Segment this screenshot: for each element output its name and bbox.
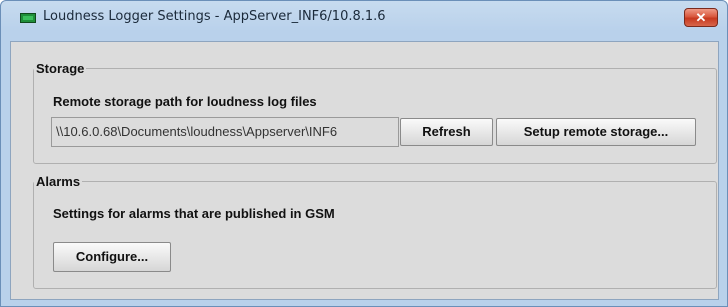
settings-window: Loudness Logger Settings - AppServer_INF… xyxy=(0,0,728,307)
storage-description: Remote storage path for loudness log fil… xyxy=(53,94,317,109)
refresh-button[interactable]: Refresh xyxy=(400,118,493,146)
configure-button[interactable]: Configure... xyxy=(53,242,171,272)
settings-panel: Storage Remote storage path for loudness… xyxy=(10,41,719,300)
remote-path-field[interactable]: \\10.6.0.68\Documents\loudness\Appserver… xyxy=(51,117,399,147)
storage-group: Storage xyxy=(33,61,717,164)
alarms-group-title: Alarms xyxy=(36,174,81,189)
alarms-description: Settings for alarms that are published i… xyxy=(53,206,335,221)
window-title: Loudness Logger Settings - AppServer_INF… xyxy=(43,9,386,24)
close-button[interactable]: ✕ xyxy=(684,8,718,27)
title-bar[interactable]: Loudness Logger Settings - AppServer_INF… xyxy=(1,1,727,41)
storage-group-title: Storage xyxy=(36,61,85,76)
app-icon xyxy=(20,13,36,23)
setup-remote-storage-button[interactable]: Setup remote storage... xyxy=(496,118,696,146)
